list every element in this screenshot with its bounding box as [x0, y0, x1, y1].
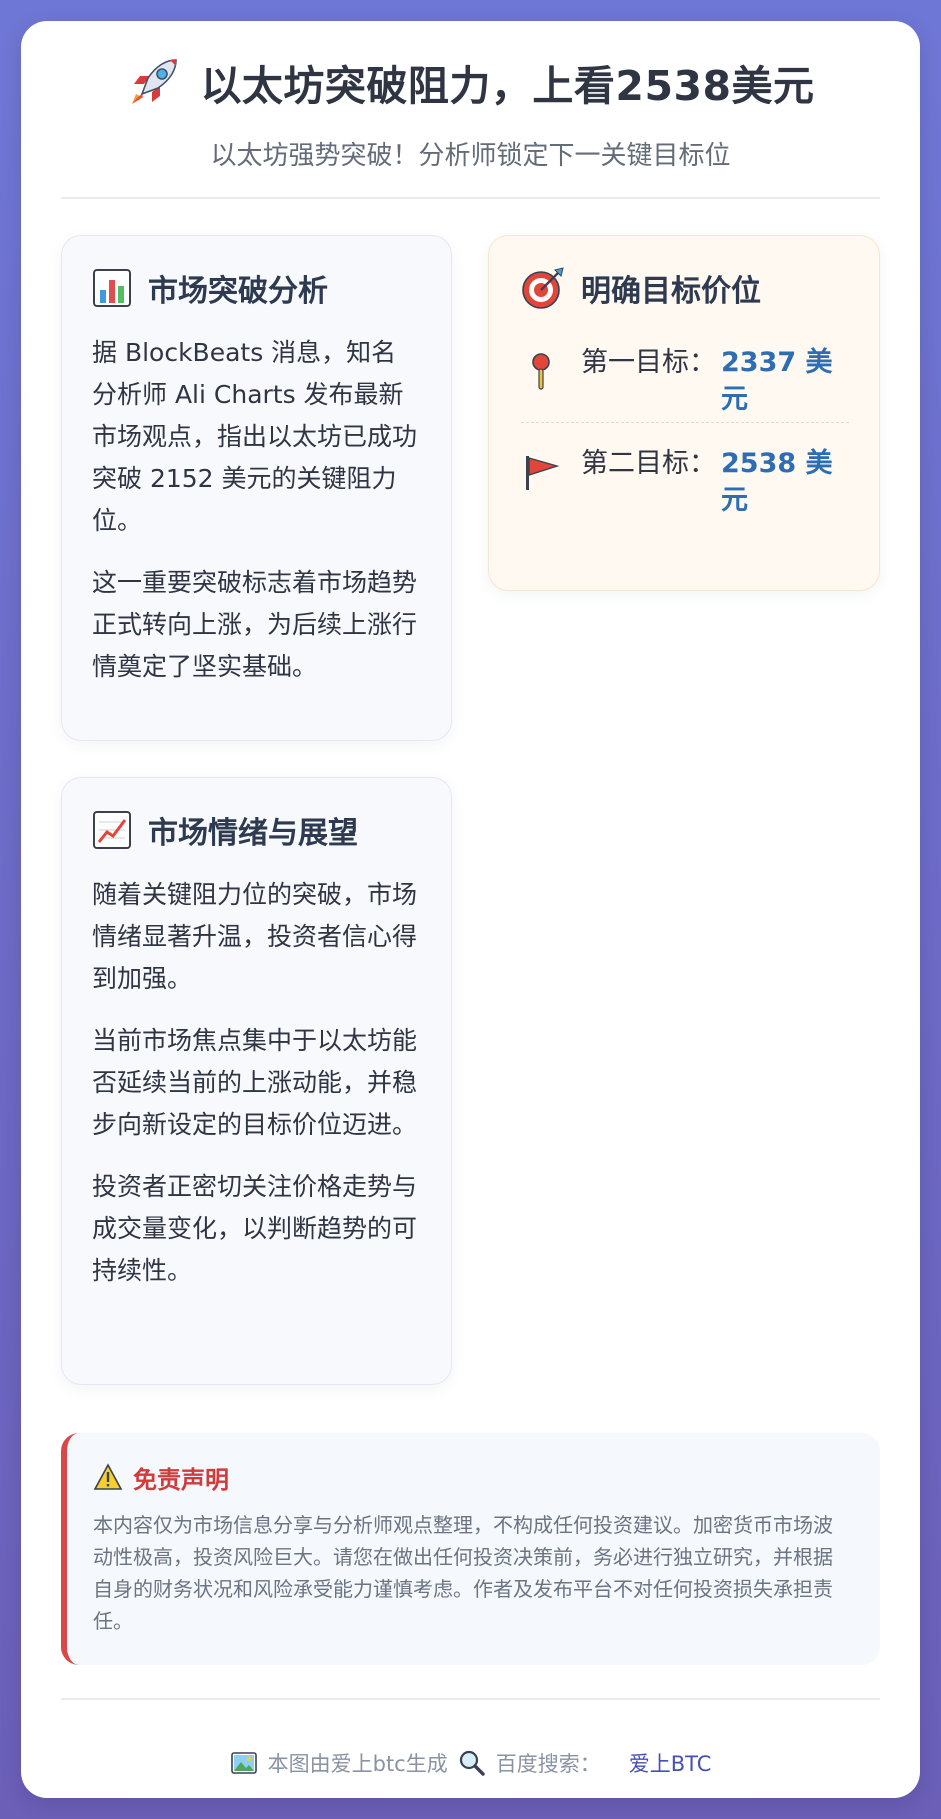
title-row: 以太坊突破阻力，上看2538美元: [61, 47, 880, 117]
outlook-paragraph: 投资者正密切关注价格走势与成交量变化，以判断趋势的可持续性。: [92, 1172, 418, 1285]
outlook-paragraph: 随着关键阻力位的突破，市场情绪显著升温，投资者信心得到加强。: [92, 880, 418, 993]
target-row-1: 第一目标： 2337 美元: [521, 332, 849, 422]
disclaimer-heading-row: 免责声明: [93, 1459, 852, 1495]
pin-icon: [532, 353, 550, 390]
outlook-heading-row: 市场情绪与展望: [92, 808, 421, 852]
bar-chart-icon: [93, 269, 131, 307]
breakthrough-paragraph: 据 BlockBeats 消息，知名分析师 Ali Charts 发布最新市场观…: [92, 338, 418, 535]
targets-heading-row: 明确目标价位: [521, 266, 849, 310]
outlook-heading: 市场情绪与展望: [148, 816, 358, 851]
brand-link[interactable]: 爱上BTC: [629, 1748, 712, 1778]
rocket-icon: [132, 59, 178, 104]
search-hint-text: 百度搜索：: [495, 1752, 601, 1776]
target-value: 2337 美元: [721, 347, 833, 415]
page-title: 以太坊突破阻力，上看2538美元: [200, 62, 815, 110]
disclaimer-text: 本内容仅为市场信息分享与分析师观点整理，不构成任何投资建议。加密货币市场波动性极…: [93, 1513, 833, 1633]
target-value: 2538 美元: [721, 448, 833, 516]
disclaimer-heading: 免责声明: [133, 1465, 229, 1494]
page-subtitle: 以太坊强势突破！分析师锁定下一关键目标位: [210, 141, 731, 171]
generated-by-text: 本图由爱上btc生成: [267, 1752, 448, 1776]
outlook-paragraph: 当前市场焦点集中于以太坊能否延续当前的上涨动能，并稳步向新设定的目标价位迈进。: [92, 1026, 418, 1139]
content-card: 以太坊突破阻力，上看2538美元 以太坊强势突破！分析师锁定下一关键目标位 市场…: [21, 21, 920, 1798]
trending-up-icon: [93, 811, 131, 849]
targets-heading: 明确目标价位: [581, 274, 761, 309]
flag-icon: [526, 456, 560, 490]
header: 以太坊突破阻力，上看2538美元 以太坊强势突破！分析师锁定下一关键目标位: [61, 47, 880, 172]
target-row-2: 第二目标： 2538 美元: [521, 422, 849, 534]
target-label: 第二目标：: [581, 448, 716, 479]
breakthrough-panel: 市场突破分析 据 BlockBeats 消息，知名分析师 Ali Charts …: [61, 235, 452, 741]
outlook-panel: 市场情绪与展望 随着关键阻力位的突破，市场情绪显著升温，投资者信心得到加强。 当…: [61, 777, 452, 1385]
target-icon: [522, 267, 564, 309]
header-divider: [61, 197, 880, 199]
magnifier-icon: [459, 1750, 485, 1776]
breakthrough-heading: 市场突破分析: [148, 274, 328, 309]
breakthrough-heading-row: 市场突破分析: [92, 266, 421, 310]
targets-panel: 明确目标价位 第一目标： 2337 美元 第二目标： 2538 美元: [488, 235, 880, 591]
picture-icon: [230, 1752, 257, 1774]
disclaimer: 免责声明 本内容仅为市场信息分享与分析师观点整理，不构成任何投资建议。加密货币市…: [61, 1433, 880, 1665]
target-label: 第一目标：: [581, 347, 716, 378]
breakthrough-paragraph: 这一重要突破标志着市场趋势正式转向上涨，为后续上涨行情奠定了坚实基础。: [92, 568, 418, 681]
warning-icon: [93, 1463, 123, 1490]
footer: 本图由爱上btc生成 百度搜索： 爱上BTC: [61, 1743, 880, 1783]
footer-divider: [61, 1698, 880, 1700]
